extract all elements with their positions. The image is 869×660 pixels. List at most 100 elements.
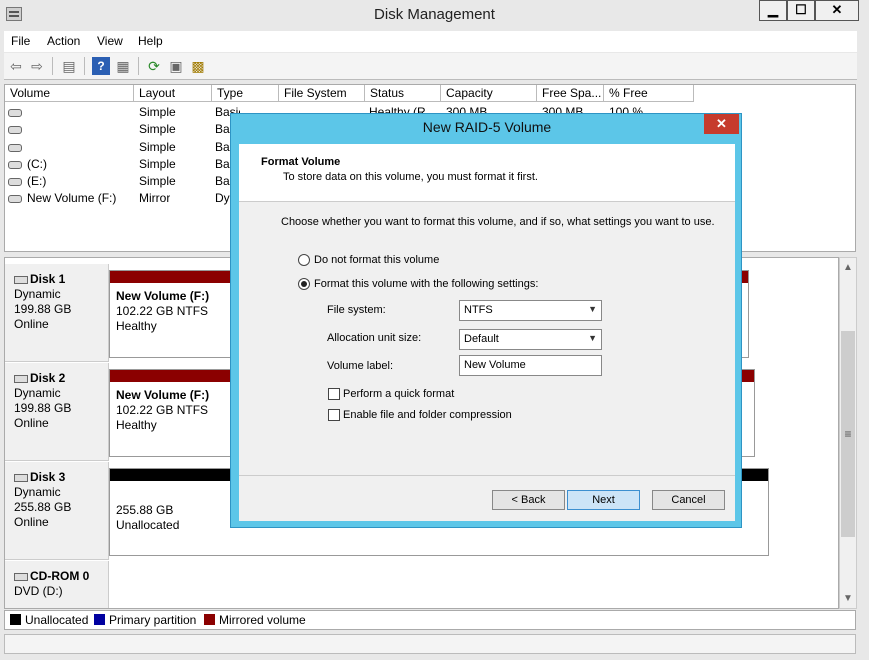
help-icon[interactable]: ? bbox=[92, 57, 110, 75]
dialog-title: New RAID-5 Volume bbox=[422, 119, 552, 135]
drive-icon bbox=[8, 108, 22, 117]
minimize-button[interactable]: ▁ bbox=[759, 0, 787, 21]
disk-label[interactable]: Disk 1 Dynamic 199.88 GB Online bbox=[5, 264, 109, 362]
drive-icon bbox=[8, 160, 22, 169]
drive-icon bbox=[8, 177, 22, 186]
toolbar-divider bbox=[138, 57, 139, 75]
disk-map-scrollbar[interactable]: ▲ ≡ ▼ bbox=[839, 257, 857, 609]
file-system-label: File system: bbox=[327, 304, 386, 316]
window-title: Disk Management bbox=[374, 6, 495, 23]
column-file-system[interactable]: File System bbox=[279, 85, 365, 102]
type-cell: Ba bbox=[215, 157, 230, 171]
type-cell: Ba bbox=[215, 140, 230, 154]
back-button[interactable]: < Back bbox=[492, 490, 565, 510]
table-row[interactable]: New Volume (F:) bbox=[8, 191, 116, 205]
legend-item: Unallocated bbox=[10, 613, 88, 627]
cancel-button[interactable]: Cancel bbox=[652, 490, 725, 510]
menu-action[interactable]: Action bbox=[47, 34, 80, 48]
disk-label[interactable]: Disk 3 Dynamic 255.88 GB Online bbox=[5, 462, 109, 560]
forward-arrow-icon[interactable]: ⇨ bbox=[28, 57, 46, 75]
layout-cell: Simple bbox=[139, 105, 176, 119]
next-button[interactable]: Next bbox=[567, 490, 640, 510]
volume-label-label: Volume label: bbox=[327, 360, 394, 372]
settings-icon[interactable]: ▩ bbox=[189, 57, 207, 75]
allocation-unit-select[interactable]: Default ▼ bbox=[459, 329, 602, 350]
status-cell: Healthy (R... bbox=[369, 105, 436, 113]
instruction-text: Choose whether you want to format this v… bbox=[281, 216, 715, 228]
dialog-close-button[interactable]: ✕ bbox=[704, 114, 739, 134]
disk-row: CD-ROM 0 DVD (D:) bbox=[5, 561, 838, 608]
format-label[interactable]: Format this volume with the following se… bbox=[314, 278, 538, 290]
menu-file[interactable]: File bbox=[11, 34, 30, 48]
properties-icon[interactable]: ▣ bbox=[167, 57, 185, 75]
type-cell: Ba bbox=[215, 122, 230, 136]
compression-label[interactable]: Enable file and folder compression bbox=[343, 409, 512, 421]
disk-label[interactable]: Disk 2 Dynamic 199.88 GB Online bbox=[5, 363, 109, 461]
chevron-down-icon: ▼ bbox=[588, 304, 597, 314]
drive-icon bbox=[8, 194, 22, 203]
column-volume[interactable]: Volume bbox=[5, 85, 134, 102]
table-row[interactable] bbox=[8, 105, 27, 119]
hard-disk-icon bbox=[14, 374, 28, 383]
footer-divider bbox=[239, 475, 735, 476]
toolbar-divider bbox=[84, 57, 85, 75]
unallocated-swatch bbox=[10, 614, 21, 625]
table-row[interactable]: (E:) bbox=[8, 174, 46, 188]
table-row[interactable] bbox=[8, 122, 27, 136]
allocation-unit-label: Allocation unit size: bbox=[327, 332, 422, 344]
file-system-select[interactable]: NTFS ▼ bbox=[459, 300, 602, 321]
console-tree-icon[interactable]: ▤ bbox=[60, 57, 78, 75]
no-format-radio[interactable] bbox=[298, 254, 310, 266]
compression-checkbox[interactable] bbox=[328, 409, 340, 421]
title-bar: Disk Management ▁ ☐ ✕ bbox=[0, 0, 869, 30]
cdrom-icon bbox=[14, 572, 28, 581]
cdrom-label[interactable]: CD-ROM 0 DVD (D:) bbox=[5, 561, 109, 608]
format-radio[interactable] bbox=[298, 278, 310, 290]
scroll-up-icon[interactable]: ▲ bbox=[840, 260, 856, 276]
column-layout[interactable]: Layout bbox=[134, 85, 212, 102]
primary-partition-swatch bbox=[94, 614, 105, 625]
hard-disk-icon bbox=[14, 473, 28, 482]
column-percent-free[interactable]: % Free bbox=[604, 85, 694, 102]
layout-cell: Simple bbox=[139, 140, 176, 154]
column-type[interactable]: Type bbox=[212, 85, 279, 102]
type-cell: Dy bbox=[215, 191, 230, 205]
menu-view[interactable]: View bbox=[97, 34, 123, 48]
menu-bar: File Action View Help bbox=[4, 31, 857, 52]
refresh-icon[interactable]: ⟳ bbox=[145, 57, 163, 75]
quick-format-checkbox[interactable] bbox=[328, 388, 340, 400]
status-bar bbox=[4, 634, 856, 654]
volume-label-input[interactable]: New Volume bbox=[459, 355, 602, 376]
wizard-step-subtitle: To store data on this volume, you must f… bbox=[283, 171, 538, 183]
table-row[interactable]: (C:) bbox=[8, 157, 47, 171]
free-space-cell: 300 MB bbox=[542, 105, 584, 113]
menu-help[interactable]: Help bbox=[138, 34, 163, 48]
quick-format-label[interactable]: Perform a quick format bbox=[343, 388, 454, 400]
column-capacity[interactable]: Capacity bbox=[441, 85, 537, 102]
new-raid5-volume-dialog: New RAID-5 Volume ✕ Format Volume To sto… bbox=[230, 113, 742, 528]
percent-free-cell: 100 % bbox=[609, 105, 644, 113]
table-row[interactable] bbox=[8, 140, 27, 154]
back-arrow-icon[interactable]: ⇦ bbox=[7, 57, 25, 75]
mirrored-volume-swatch bbox=[204, 614, 215, 625]
capacity-cell: 300 MB bbox=[446, 105, 488, 113]
legend-item: Mirrored volume bbox=[204, 613, 306, 627]
column-free-space[interactable]: Free Spa... bbox=[537, 85, 604, 102]
layout-cell: Simple bbox=[139, 174, 176, 188]
maximize-button[interactable]: ☐ bbox=[787, 0, 815, 21]
toolbar: ⇦ ⇨ ▤ ? ▦ ⟳ ▣ ▩ bbox=[4, 53, 857, 80]
layout-cell: Mirror bbox=[139, 191, 171, 205]
legend: Unallocated Primary partition Mirrored v… bbox=[4, 610, 856, 630]
scroll-down-icon[interactable]: ▼ bbox=[840, 591, 856, 607]
close-button[interactable]: ✕ bbox=[815, 0, 859, 21]
scroll-thumb[interactable]: ≡ bbox=[841, 331, 855, 537]
no-format-label[interactable]: Do not format this volume bbox=[314, 254, 439, 266]
legend-item: Primary partition bbox=[94, 613, 196, 627]
show-pane-icon[interactable]: ▦ bbox=[114, 57, 132, 75]
wizard-step-title: Format Volume bbox=[261, 156, 341, 168]
chevron-down-icon: ▼ bbox=[588, 333, 597, 343]
toolbar-divider bbox=[52, 57, 53, 75]
column-status[interactable]: Status bbox=[365, 85, 441, 102]
layout-cell: Simple bbox=[139, 122, 176, 136]
wizard-header: Format Volume To store data on this volu… bbox=[239, 144, 735, 202]
